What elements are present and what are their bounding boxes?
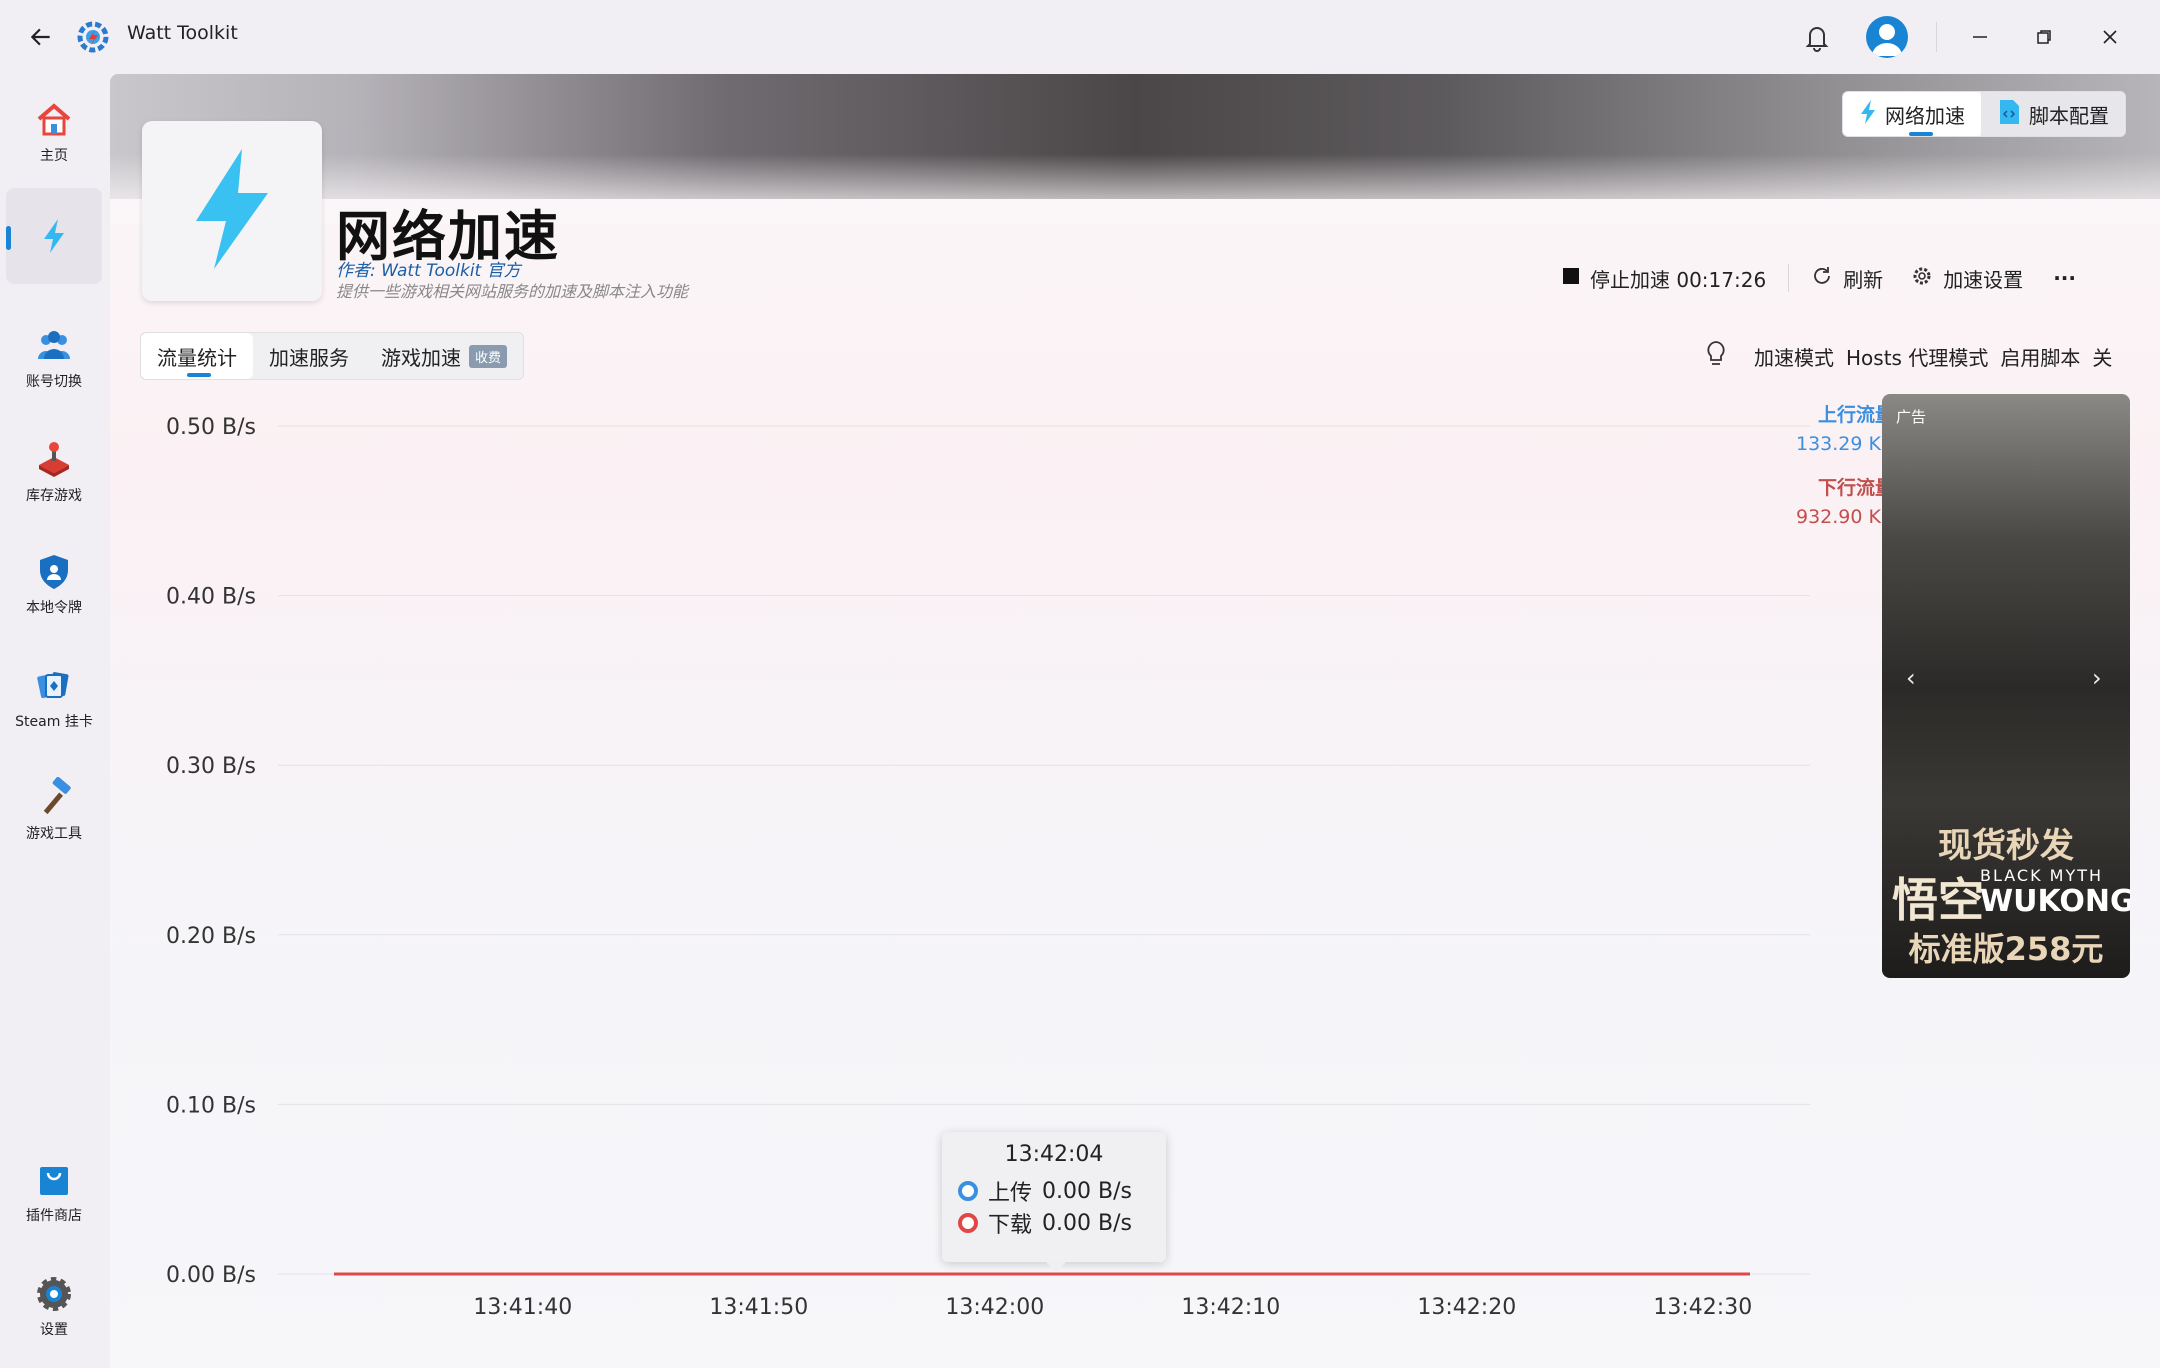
cards-icon — [33, 665, 75, 707]
sidebar-item-home[interactable]: 主页 — [6, 84, 102, 180]
chevron-left-icon[interactable]: ‹ — [1906, 664, 1916, 692]
titlebar-divider — [1936, 22, 1937, 52]
sidebar-item-accelerate[interactable] — [6, 188, 102, 284]
main-content: 网络加速 脚本配置 网络加速 作者: Watt Toolkit 官方 提供一些游… — [110, 74, 2160, 1368]
sidebar-item-label: Steam 挂卡 — [15, 714, 93, 730]
gear-icon — [33, 1273, 75, 1315]
tooltip-upload-label: 上传 — [988, 1181, 1033, 1206]
sidebar-item-authenticator[interactable]: 本地令牌 — [6, 536, 102, 632]
shield-user-icon — [33, 551, 75, 593]
x-tick-label: 13:42:20 — [1417, 1295, 1516, 1320]
legend-download-value: 932.90 KB — [1795, 506, 1894, 528]
y-tick-label: 0.00 B/s — [166, 1263, 256, 1288]
tooltip-upload-row: 上传 0.00 B/s — [958, 1175, 1150, 1207]
home-icon — [33, 99, 75, 141]
x-tick-label: 13:41:40 — [473, 1295, 572, 1320]
download-dot-icon — [958, 1213, 978, 1233]
tooltip-download-value: 0.00 B/s — [1042, 1210, 1132, 1236]
bell-icon[interactable] — [1798, 18, 1836, 56]
chart-legend: 上行流量 133.29 KB 下行流量 932.90 KB — [1796, 400, 1894, 528]
chart-tooltip: 13:42:04 上传 0.00 B/s 下载 0.00 B/s — [942, 1132, 1166, 1272]
arrow-left-icon[interactable] — [22, 18, 60, 56]
sidebar: 主页 账号切换 库存游戏 本地令牌 Steam 挂卡 游戏工具 插件商店 设置 — [0, 74, 110, 1368]
ad-tag: 广告 — [1896, 408, 1927, 426]
active-indicator — [6, 226, 11, 250]
x-tick-label: 13:42:00 — [945, 1295, 1044, 1320]
tooltip-download-row: 下载 0.00 B/s — [958, 1207, 1150, 1239]
sidebar-item-label: 设置 — [40, 1322, 68, 1338]
x-tick-label: 13:42:10 — [1181, 1295, 1280, 1320]
users-icon — [33, 325, 75, 367]
sidebar-item-steam-idle[interactable]: Steam 挂卡 — [6, 650, 102, 746]
ad-game-name: WUKONG — [1980, 884, 2130, 919]
chevron-right-icon[interactable]: › — [2092, 664, 2102, 692]
legend-upload-name: 上行流量 — [1817, 404, 1894, 426]
legend-upload-value: 133.29 KB — [1795, 433, 1894, 455]
y-tick-label: 0.50 B/s — [166, 415, 256, 440]
ad-logo: 悟空 — [1892, 873, 1984, 927]
ad-banner[interactable]: 广告 ‹ › 现货秒发 悟空 BLACK MYTH WUKONG 标准版258元 — [1882, 394, 2130, 978]
sidebar-item-label: 插件商店 — [26, 1208, 82, 1224]
hammer-icon — [33, 777, 75, 819]
sidebar-item-settings[interactable]: 设置 — [6, 1258, 102, 1354]
title-bar: Watt Toolkit — [0, 0, 2160, 74]
lightning-icon — [33, 215, 75, 257]
tooltip-upload-value: 0.00 B/s — [1042, 1178, 1132, 1204]
sidebar-item-label: 库存游戏 — [26, 488, 82, 504]
y-tick-label: 0.20 B/s — [166, 924, 256, 949]
sidebar-item-label: 游戏工具 — [26, 826, 82, 842]
user-avatar-icon[interactable] — [1866, 16, 1908, 58]
ad-headline: 现货秒发 — [1938, 826, 2074, 866]
tooltip-download-label: 下载 — [988, 1213, 1033, 1238]
sidebar-item-label: 主页 — [40, 148, 68, 164]
store-bag-icon — [33, 1159, 75, 1201]
ad-price: 标准版258元 — [1908, 930, 2104, 968]
upload-dot-icon — [958, 1181, 978, 1201]
y-tick-label: 0.40 B/s — [166, 585, 256, 610]
x-tick-label: 13:41:50 — [709, 1295, 808, 1320]
sidebar-item-accounts[interactable]: 账号切换 — [6, 310, 102, 406]
y-tick-label: 0.30 B/s — [166, 754, 256, 779]
joystick-icon — [33, 439, 75, 481]
restore-icon[interactable] — [2024, 18, 2064, 56]
app-title: Watt Toolkit — [127, 22, 238, 44]
sidebar-item-plugin-store[interactable]: 插件商店 — [6, 1144, 102, 1240]
close-icon[interactable] — [2090, 18, 2130, 56]
app-logo-icon — [74, 18, 112, 56]
sidebar-item-game-tools[interactable]: 游戏工具 — [6, 762, 102, 858]
y-tick-label: 0.10 B/s — [166, 1093, 256, 1118]
minimize-icon[interactable] — [1960, 18, 2000, 56]
x-tick-label: 13:42:30 — [1653, 1295, 1752, 1320]
ad-subtitle: BLACK MYTH — [1980, 866, 2104, 885]
legend-download-name: 下行流量 — [1817, 477, 1894, 499]
sidebar-item-label: 账号切换 — [26, 374, 82, 390]
sidebar-item-label: 本地令牌 — [26, 600, 82, 616]
tooltip-time: 13:42:04 — [1004, 1142, 1104, 1167]
sidebar-item-library[interactable]: 库存游戏 — [6, 424, 102, 520]
